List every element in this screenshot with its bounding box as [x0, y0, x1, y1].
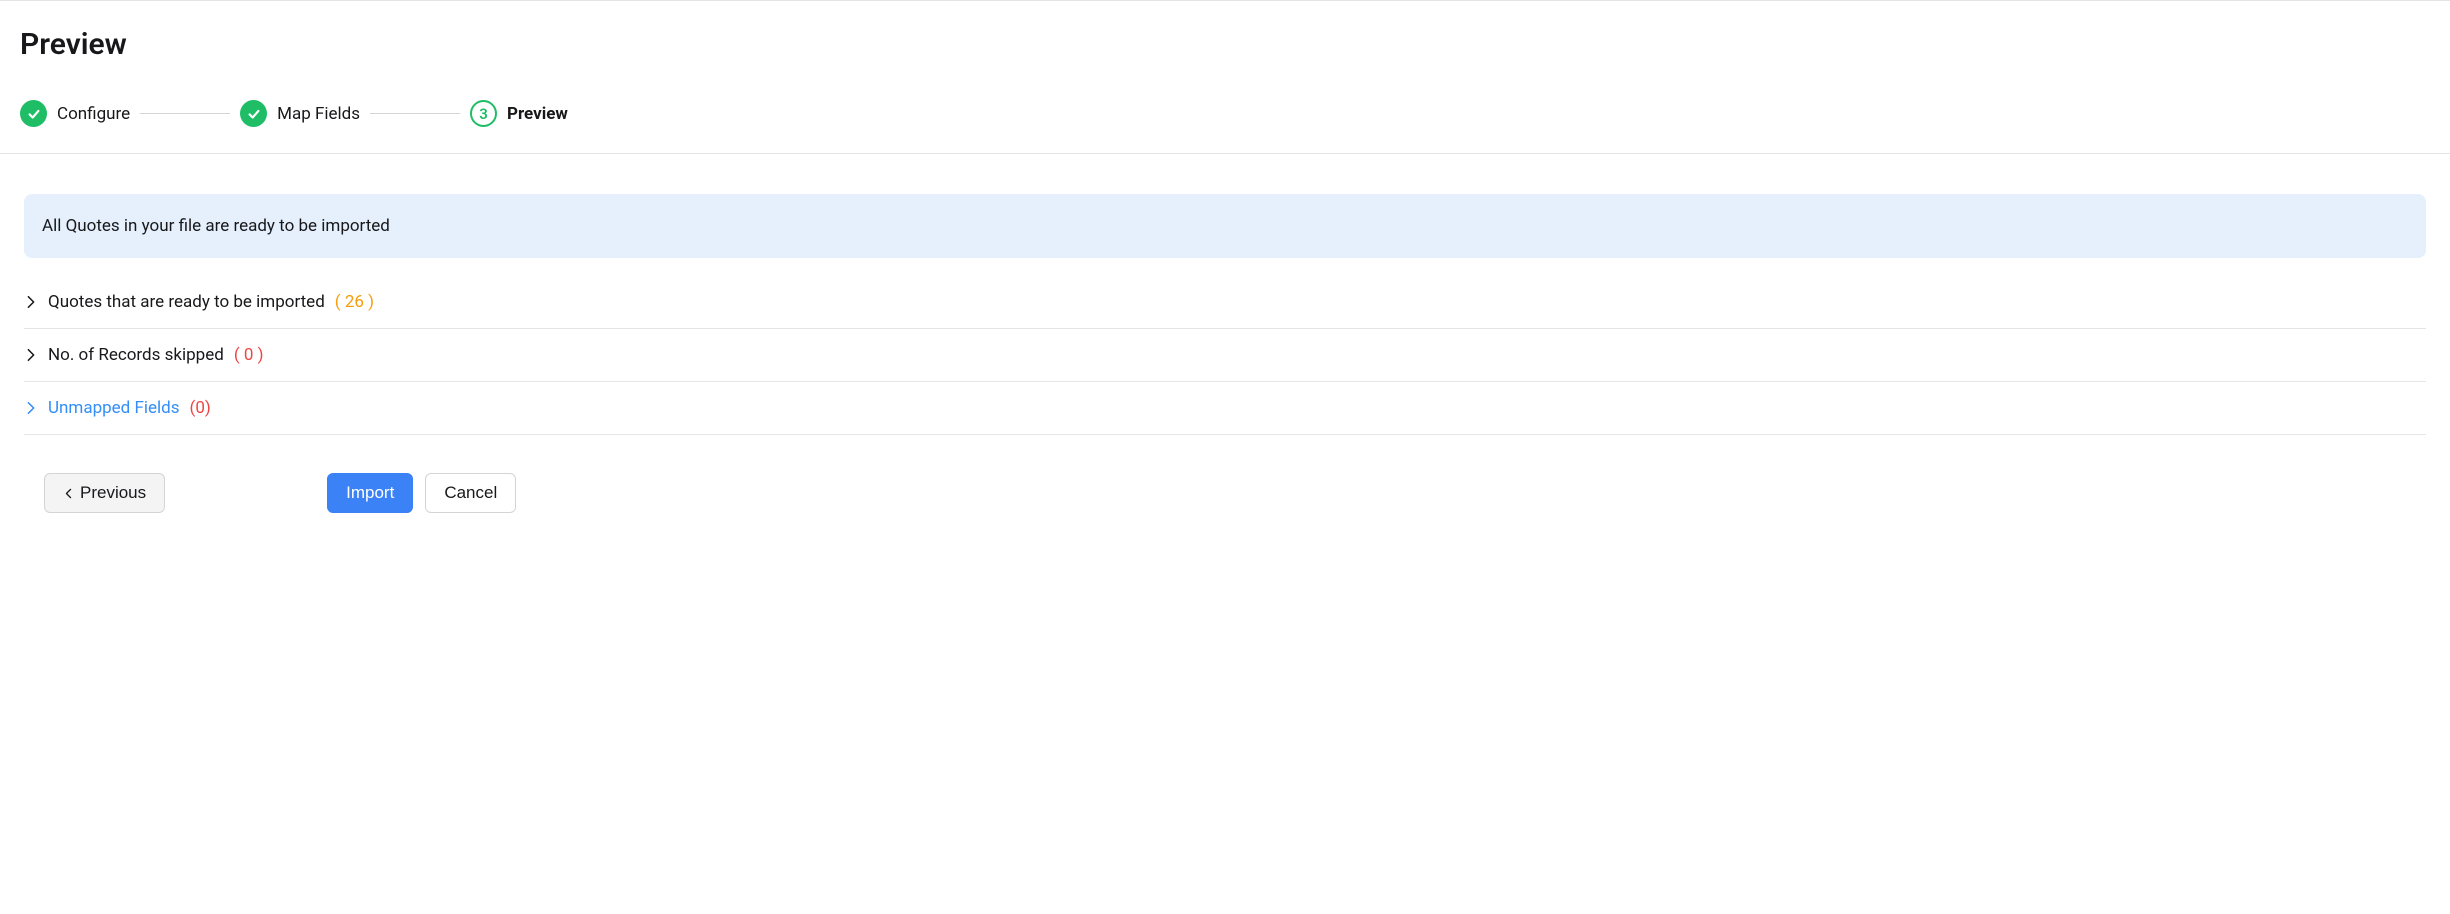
step-label: Preview [507, 104, 568, 124]
action-bar: Previous Import Cancel [0, 435, 2450, 537]
cancel-button[interactable]: Cancel [425, 473, 516, 513]
step-map-fields[interactable]: Map Fields [240, 100, 360, 127]
step-number-circle: 3 [470, 100, 497, 127]
page-header: Preview [0, 1, 2450, 62]
summary-row-label: Unmapped Fields [48, 398, 180, 418]
step-number: 3 [479, 105, 488, 123]
stepper: Configure Map Fields 3 Preview [0, 62, 2450, 154]
step-preview[interactable]: 3 Preview [470, 100, 568, 127]
summary-row-count: ( 0 ) [234, 345, 264, 365]
import-button-label: Import [346, 483, 394, 503]
check-icon [240, 100, 267, 127]
summary-row-skipped[interactable]: No. of Records skipped ( 0 ) [24, 329, 2426, 382]
step-configure[interactable]: Configure [20, 100, 130, 127]
chevron-left-icon [63, 488, 74, 499]
summary-row-unmapped[interactable]: Unmapped Fields (0) [24, 382, 2426, 435]
cancel-button-label: Cancel [444, 483, 497, 503]
step-connector [370, 113, 460, 114]
import-button[interactable]: Import [327, 473, 413, 513]
summary-row-ready[interactable]: Quotes that are ready to be imported ( 2… [24, 292, 2426, 329]
summary-row-label: No. of Records skipped [48, 345, 224, 365]
summary-row-count: ( 26 ) [335, 292, 374, 312]
check-icon [20, 100, 47, 127]
step-label: Configure [57, 104, 130, 124]
step-label: Map Fields [277, 104, 360, 124]
summary-row-count: (0) [190, 398, 211, 418]
summary-row-label: Quotes that are ready to be imported [48, 292, 325, 312]
info-banner: All Quotes in your file are ready to be … [24, 194, 2426, 258]
chevron-right-icon [24, 295, 38, 309]
page-title: Preview [20, 27, 2430, 62]
info-banner-text: All Quotes in your file are ready to be … [42, 216, 390, 236]
previous-button[interactable]: Previous [44, 473, 165, 513]
previous-button-label: Previous [80, 483, 146, 503]
summary-list: Quotes that are ready to be imported ( 2… [24, 292, 2426, 435]
step-connector [140, 113, 230, 114]
chevron-right-icon [24, 348, 38, 362]
chevron-right-icon [24, 401, 38, 415]
